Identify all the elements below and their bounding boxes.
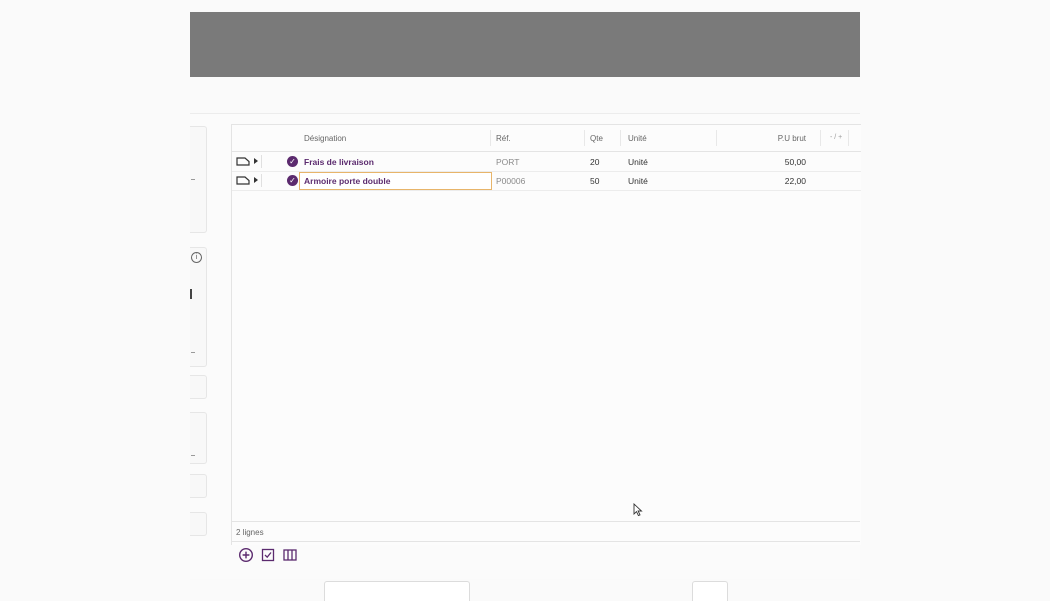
cell-ref[interactable]: PORT: [496, 157, 519, 167]
info-icon[interactable]: i: [191, 252, 202, 263]
col-separator: [584, 130, 585, 146]
line-count: 2 lignes: [236, 528, 264, 537]
grid-header: Désignation Réf. Qte Unité P.U brut - / …: [232, 125, 861, 152]
col-header-pu-brut[interactable]: P.U brut: [716, 134, 806, 143]
top-header-bar: [190, 12, 860, 77]
cell-designation: Armoire porte double: [304, 176, 391, 186]
footer-divider: [231, 521, 860, 522]
col-separator: [848, 130, 849, 146]
footer-divider: [231, 541, 860, 542]
cell-unite[interactable]: Unité: [628, 157, 648, 167]
caret-right-icon[interactable]: [254, 177, 258, 183]
lines-grid: Désignation Réf. Qte Unité P.U brut - / …: [231, 124, 861, 545]
checkbox-icon[interactable]: [260, 547, 276, 563]
cell-designation[interactable]: Frais de livraison: [304, 157, 374, 167]
left-field[interactable]: [190, 375, 207, 399]
bottom-field[interactable]: [324, 581, 470, 601]
left-field[interactable]: [190, 247, 207, 367]
cell-ref[interactable]: P00006: [496, 176, 525, 186]
left-dash: [191, 455, 195, 456]
cell-pu-brut[interactable]: 50,00: [716, 157, 806, 167]
plus-circle-icon[interactable]: [238, 547, 254, 563]
col-separator: [620, 130, 621, 146]
left-field[interactable]: [190, 512, 207, 536]
table-row[interactable]: ✓ Armoire porte double P00006 50 Unité 2…: [232, 171, 861, 191]
left-field[interactable]: [190, 474, 207, 498]
col-header-designation[interactable]: Désignation: [304, 134, 346, 143]
columns-icon[interactable]: [282, 547, 298, 563]
col-header-qte[interactable]: Qte: [590, 134, 603, 143]
document-icon[interactable]: [236, 157, 250, 166]
left-form-strip: i: [190, 114, 231, 579]
left-dash: [191, 179, 195, 180]
col-header-ref[interactable]: Réf.: [496, 134, 511, 143]
col-separator: [820, 130, 821, 146]
row-separator: [261, 155, 262, 168]
check-circle-icon: ✓: [287, 156, 298, 167]
left-dash: [191, 352, 195, 353]
cell-qte[interactable]: 20: [590, 157, 599, 167]
cell-unite[interactable]: Unité: [628, 176, 648, 186]
designation-edit-input[interactable]: Armoire porte double: [299, 172, 492, 190]
left-marker: [190, 289, 192, 299]
check-circle-icon: ✓: [287, 175, 298, 186]
lines-panel: i Désignation Réf. Qte Unité P.U brut - …: [190, 113, 861, 579]
bottom-button[interactable]: [692, 581, 728, 601]
document-icon[interactable]: [236, 176, 250, 185]
col-header-unite[interactable]: Unité: [628, 134, 647, 143]
column-toggle-button[interactable]: - / +: [830, 134, 842, 141]
caret-right-icon[interactable]: [254, 158, 258, 164]
left-field[interactable]: [190, 412, 207, 464]
table-row[interactable]: ✓ Frais de livraison PORT 20 Unité 50,00: [232, 152, 861, 172]
cell-pu-brut[interactable]: 22,00: [716, 176, 806, 186]
col-separator: [490, 130, 491, 146]
cell-qte[interactable]: 50: [590, 176, 599, 186]
row-separator: [261, 174, 262, 187]
mouse-cursor-icon: [633, 503, 643, 517]
